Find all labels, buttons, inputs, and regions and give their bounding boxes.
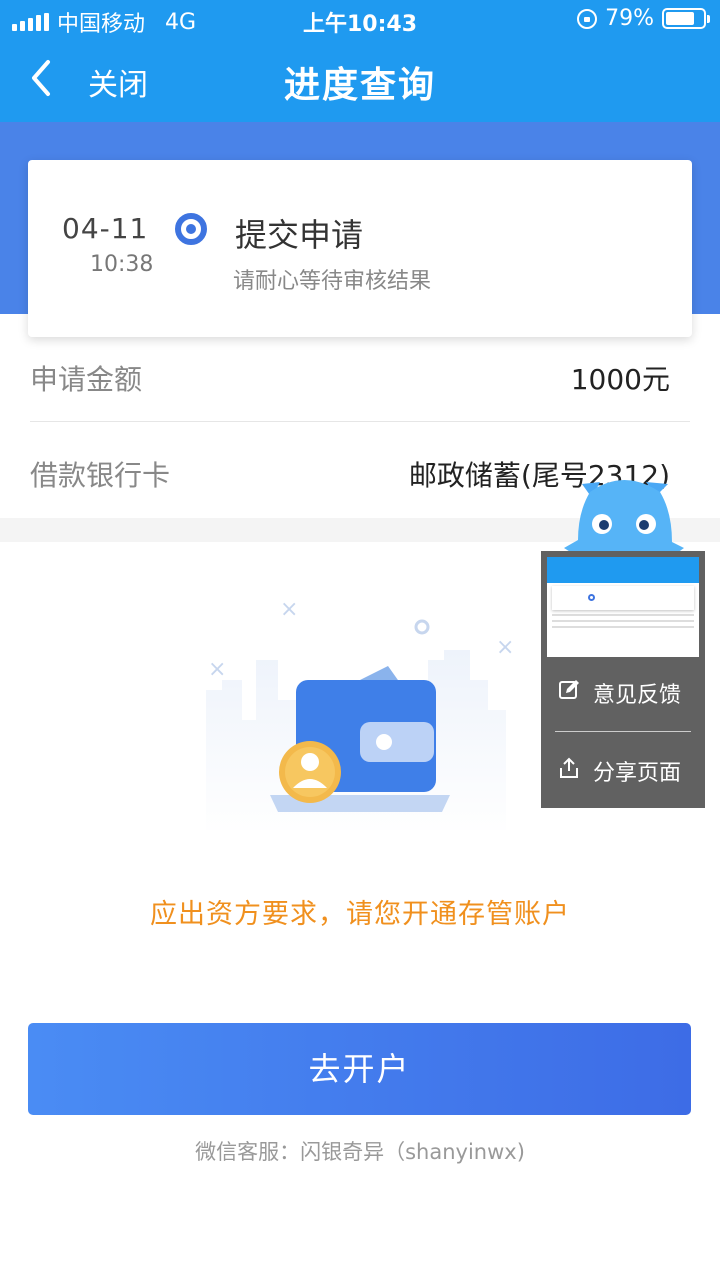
feedback-label: 意见反馈: [593, 683, 682, 708]
detail-label: 申请金额: [30, 363, 143, 396]
divider: [555, 731, 691, 732]
step-hint: 请耐心等待审核结果: [233, 269, 432, 294]
detail-row-amount: 申请金额 1000元: [30, 328, 690, 424]
nav-bar: 关闭 进度查询: [0, 40, 720, 122]
mascot-icon: [564, 480, 684, 558]
wechat-service: 微信客服：闪银奇异（shanyinwx): [195, 1140, 525, 1164]
progress-card: 04-11 10:38 提交申请 请耐心等待审核结果: [28, 160, 692, 337]
share-page-button[interactable]: 分享页面: [541, 741, 705, 801]
svg-text:×: ×: [496, 635, 514, 660]
page-title: 进度查询: [283, 65, 436, 106]
page-thumbnail[interactable]: [547, 557, 699, 657]
divider: [30, 421, 690, 422]
account-notice: 应出资方要求，请您开通存管账户: [150, 899, 570, 930]
detail-label: 借款银行卡: [30, 459, 171, 492]
rotation-lock-icon: [577, 8, 598, 29]
share-icon: [557, 756, 581, 786]
progress-page: 中国移动 4G 上午10:43 79% 关闭 进度查询 04-11 10:38 …: [0, 0, 720, 1280]
share-panel: 意见反馈 分享页面: [541, 551, 705, 808]
progress-date: 04-11: [62, 212, 149, 245]
progress-time: 10:38: [90, 252, 154, 277]
svg-text:×: ×: [280, 597, 298, 622]
battery-icon: [662, 8, 710, 29]
edit-icon: [557, 678, 581, 708]
share-label: 分享页面: [593, 761, 682, 786]
svg-text:×: ×: [208, 657, 226, 682]
wallet-illustration: × × ×: [206, 597, 514, 830]
detail-value: 1000元: [570, 363, 670, 396]
feedback-button[interactable]: 意见反馈: [541, 663, 705, 723]
status-bar: 中国移动 4G 上午10:43 79%: [0, 0, 720, 40]
battery-percent: 79%: [605, 6, 654, 31]
open-account-button[interactable]: 去开户: [28, 1023, 691, 1115]
header: 中国移动 4G 上午10:43 79% 关闭 进度查询: [0, 0, 720, 122]
step-title: 提交申请: [235, 216, 364, 254]
step-dot-icon: [175, 213, 207, 245]
